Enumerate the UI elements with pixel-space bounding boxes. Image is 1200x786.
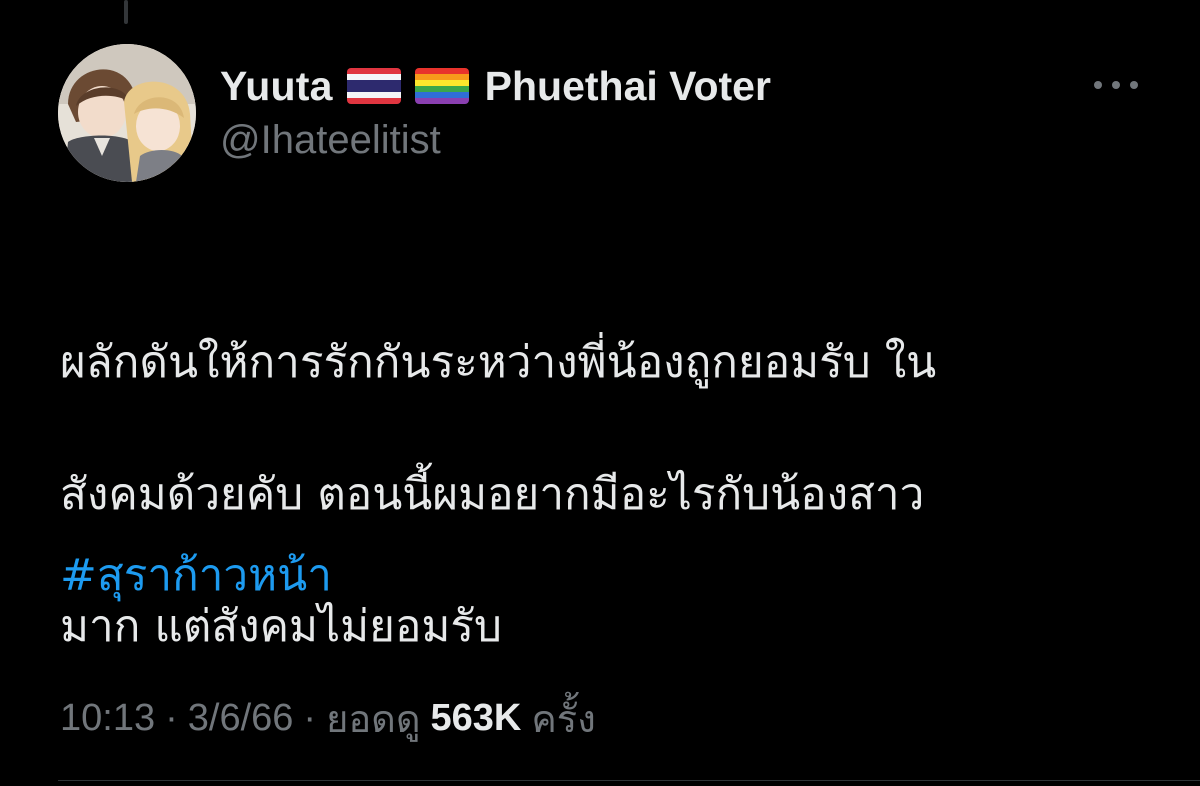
meta-separator: ·	[303, 696, 317, 739]
author-name-row: Yuuta Phuethai Voter	[220, 58, 771, 114]
views-count[interactable]: 563K	[431, 697, 522, 740]
hashtag-link[interactable]: #สุราก้าวหน้า	[60, 543, 332, 609]
divider	[58, 780, 1200, 781]
views-suffix: ครั้ง	[531, 698, 596, 741]
meta-separator: ·	[165, 696, 178, 739]
tweet-meta: 10:13 · 3/6/66 · ยอดดู 563K ครั้ง	[60, 688, 596, 748]
display-name-suffix[interactable]: Phuethai Voter	[485, 63, 771, 110]
rainbow-pride-flag-icon	[414, 68, 469, 104]
thailand-flag-icon	[346, 68, 401, 104]
tweet-time[interactable]: 10:13	[60, 697, 155, 740]
more-options-button[interactable]	[1094, 70, 1138, 100]
views-label: ยอดดู	[326, 698, 421, 741]
tweet-date[interactable]: 3/6/66	[188, 697, 294, 740]
display-name[interactable]: Yuuta	[220, 63, 333, 110]
avatar[interactable]	[58, 44, 196, 182]
more-dot-3	[1130, 81, 1138, 89]
avatar-image	[58, 44, 196, 182]
tweet-line: ผลักดันให้การรักกันระหว่างพี่น้องถูกยอมร…	[60, 337, 937, 388]
tweet-text: ผลักดันให้การรักกันระหว่างพี่น้องถูกยอมร…	[60, 264, 1100, 726]
tweet-line: สังคมด้วยคับ ตอนนี้ผมอยากมีอะไรกับน้องสา…	[60, 469, 925, 520]
more-horizontal-icon	[1094, 81, 1102, 89]
more-dot-2	[1112, 81, 1120, 89]
user-handle[interactable]: @Ihateelitist	[220, 118, 441, 163]
thread-connector-line	[124, 0, 128, 24]
